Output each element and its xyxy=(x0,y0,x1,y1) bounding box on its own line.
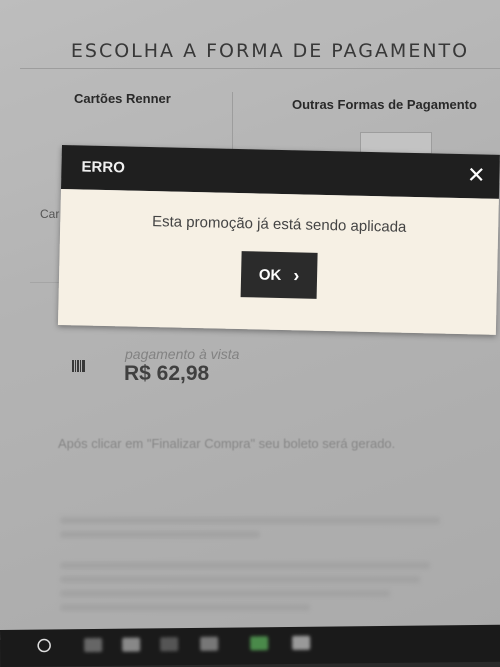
taskbar xyxy=(0,624,500,667)
taskbar-app-icon[interactable] xyxy=(250,636,269,651)
ok-button-label: OK xyxy=(258,266,282,284)
dialog-message: Esta promoção já está sendo aplicada xyxy=(151,213,407,236)
taskbar-app-icon[interactable] xyxy=(200,636,219,651)
taskbar-app-icon[interactable] xyxy=(84,637,103,653)
chevron-right-icon: › xyxy=(293,264,300,285)
dialog-title: ERRO xyxy=(81,158,126,177)
error-dialog: ERRO ✕ Esta promoção já está sendo aplic… xyxy=(57,145,500,335)
ok-button[interactable]: OK › xyxy=(240,251,318,299)
taskbar-app-icon[interactable] xyxy=(160,637,179,652)
dialog-body: Esta promoção já está sendo aplicada OK … xyxy=(57,188,499,335)
taskbar-app-icon[interactable] xyxy=(122,637,141,652)
taskbar-app-icon[interactable] xyxy=(292,635,311,650)
windows-start-icon[interactable] xyxy=(36,637,52,653)
close-icon[interactable]: ✕ xyxy=(467,162,486,187)
